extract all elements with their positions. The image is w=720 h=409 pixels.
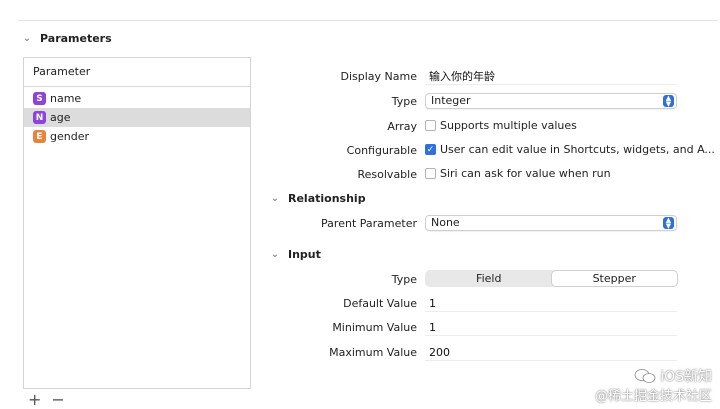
chevron-down-icon[interactable]: ⌄ — [268, 193, 282, 204]
watermark-line2: @稀土掘金技术社区 — [594, 389, 712, 404]
parameter-list-header: Parameter — [24, 58, 250, 87]
chevron-down-icon[interactable]: ⌄ — [268, 249, 282, 260]
input-section-header[interactable]: ⌄ Input — [268, 248, 321, 261]
parameters-section-header[interactable]: ⌄ Parameters — [20, 32, 112, 45]
chat-bubble-icon — [634, 369, 656, 383]
parameter-name: name — [50, 92, 82, 105]
resolvable-checkbox-label: Siri can ask for value when run — [440, 167, 611, 180]
input-type-label: Type — [391, 273, 417, 286]
relationship-section-title: Relationship — [288, 192, 366, 205]
array-option[interactable]: Supports multiple values — [425, 119, 577, 132]
display-name-label: Display Name — [340, 70, 418, 83]
minimum-value-field[interactable]: 1 — [425, 320, 677, 336]
input-section-title: Input — [288, 248, 321, 261]
updown-arrows-icon: ▲ ▼ — [663, 95, 674, 108]
watermark-line1: iOS新知 — [634, 366, 712, 386]
relationship-section-header[interactable]: ⌄ Relationship — [268, 192, 366, 205]
list-controls: + − — [28, 390, 65, 409]
array-label: Array — [387, 120, 417, 133]
maximum-value-field[interactable]: 200 — [425, 345, 677, 361]
configurable-label: Configurable — [346, 144, 417, 157]
parameter-list: Parameter S name N age E gender — [23, 57, 251, 389]
add-parameter-button[interactable]: + — [28, 390, 41, 409]
type-label: Type — [391, 95, 417, 108]
parent-parameter-popup[interactable]: None ▲ ▼ — [425, 215, 677, 231]
configurable-checkbox[interactable]: ✓ — [425, 144, 436, 155]
segment-field[interactable]: Field — [426, 271, 552, 286]
parent-parameter-label: Parent Parameter — [321, 217, 417, 230]
parameters-section-title: Parameters — [40, 32, 112, 45]
number-type-icon: N — [33, 111, 46, 124]
chevron-down-icon[interactable]: ⌄ — [20, 33, 34, 44]
string-type-icon: S — [33, 92, 46, 105]
parameter-row-name[interactable]: S name — [24, 89, 250, 108]
minimum-value-label: Minimum Value — [332, 321, 417, 334]
parameter-row-gender[interactable]: E gender — [24, 127, 250, 146]
input-type-segmented-control[interactable]: Field Stepper — [425, 270, 678, 287]
configurable-checkbox-label: User can edit value in Shortcuts, widget… — [440, 143, 715, 156]
remove-parameter-button[interactable]: − — [51, 390, 64, 409]
resolvable-option[interactable]: Siri can ask for value when run — [425, 167, 611, 180]
type-popup-value: Integer — [431, 94, 471, 107]
resolvable-checkbox[interactable] — [425, 168, 436, 179]
maximum-value-label: Maximum Value — [329, 346, 417, 359]
updown-arrows-icon: ▲ ▼ — [663, 217, 674, 230]
configurable-option[interactable]: ✓ User can edit value in Shortcuts, widg… — [425, 143, 715, 156]
enum-type-icon: E — [33, 130, 46, 143]
display-name-field[interactable]: 输入你的年龄 — [425, 69, 677, 85]
parameter-name: gender — [50, 130, 89, 143]
array-checkbox-label: Supports multiple values — [440, 119, 577, 132]
watermark-text: iOS新知 — [660, 369, 712, 385]
type-popup[interactable]: Integer ▲ ▼ — [425, 93, 677, 109]
default-value-field[interactable]: 1 — [425, 296, 677, 312]
top-divider — [18, 20, 718, 21]
parent-parameter-value: None — [431, 216, 460, 229]
resolvable-label: Resolvable — [357, 168, 418, 181]
segment-stepper[interactable]: Stepper — [551, 271, 677, 286]
parameter-name: age — [50, 111, 71, 124]
parameter-row-age[interactable]: N age — [24, 108, 250, 127]
checkmark-icon: ✓ — [426, 144, 435, 155]
array-checkbox[interactable] — [425, 120, 436, 131]
default-value-label: Default Value — [343, 297, 417, 310]
